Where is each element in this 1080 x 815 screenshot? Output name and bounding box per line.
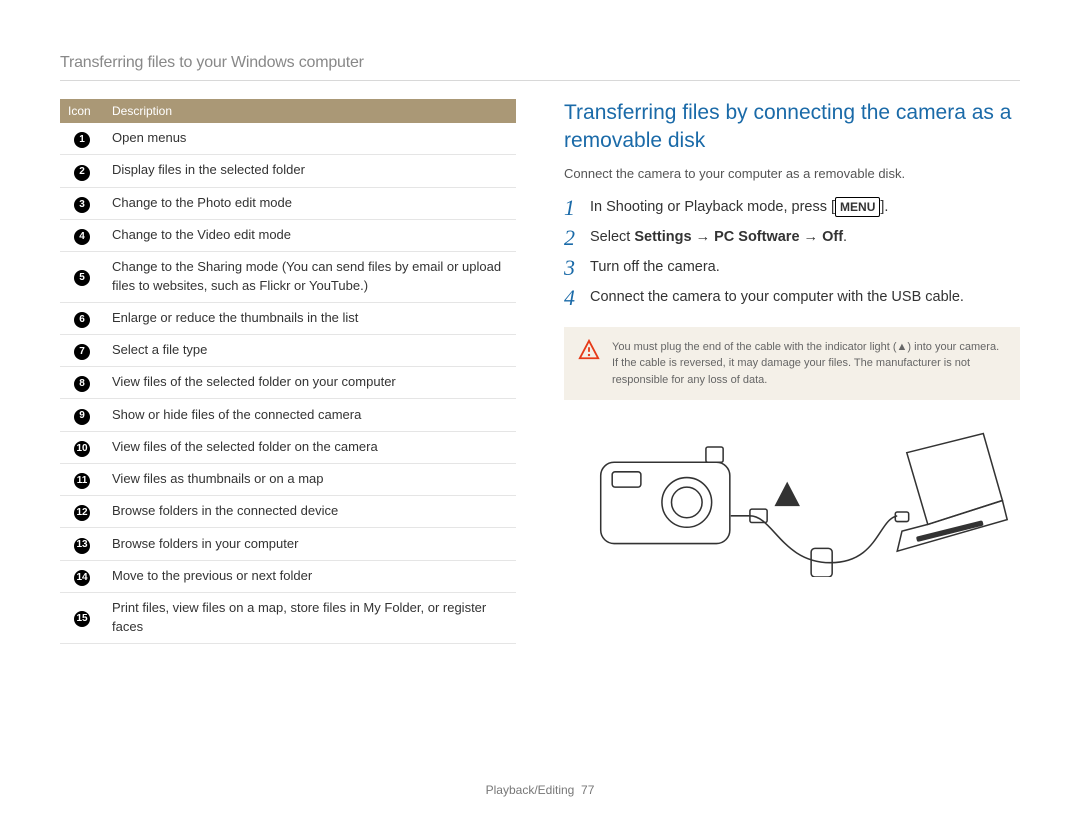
number-bullet-icon: 15 — [74, 611, 90, 627]
header-description: Description — [104, 99, 516, 123]
connection-diagram — [564, 424, 1020, 582]
table-row: 13 Browse folders in your computer — [60, 528, 516, 560]
step-text-bold: PC Software — [714, 229, 799, 245]
footer-section: Playback/Editing — [486, 783, 575, 797]
note-box: You must plug the end of the cable with … — [564, 327, 1020, 401]
number-bullet-icon: 4 — [74, 229, 90, 245]
icon-cell: 7 — [60, 334, 104, 366]
step-text-part: ]. — [880, 199, 888, 215]
description-cell: Change to the Sharing mode (You can send… — [104, 252, 516, 303]
table-row: 10 View files of the selected folder on t… — [60, 431, 516, 463]
table-row: 4 Change to the Video edit mode — [60, 219, 516, 251]
table-row: 6 Enlarge or reduce the thumbnails in the… — [60, 302, 516, 334]
warning-icon — [578, 339, 600, 361]
icon-cell: 11 — [60, 463, 104, 495]
step-3: 3 Turn off the camera. — [564, 257, 1020, 279]
description-cell: Display files in the selected folder — [104, 155, 516, 187]
step-text-part: Select — [590, 229, 634, 245]
number-bullet-icon: 10 — [74, 441, 90, 457]
number-bullet-icon: 11 — [74, 473, 90, 489]
step-text-bold: Off — [822, 229, 843, 245]
icon-cell: 14 — [60, 560, 104, 592]
table-row: 2 Display files in the selected folder — [60, 155, 516, 187]
number-bullet-icon: 14 — [74, 570, 90, 586]
footer-page-number: 77 — [581, 783, 594, 797]
description-cell: View files as thumbnails or on a map — [104, 463, 516, 495]
number-bullet-icon: 5 — [74, 270, 90, 286]
number-bullet-icon: 12 — [74, 505, 90, 521]
icon-cell: 1 — [60, 123, 104, 155]
icon-cell: 9 — [60, 399, 104, 431]
table-header-row: Icon Description — [60, 99, 516, 123]
icon-cell: 8 — [60, 367, 104, 399]
number-bullet-icon: 6 — [74, 312, 90, 328]
description-cell: Browse folders in the connected device — [104, 496, 516, 528]
description-cell: Change to the Video edit mode — [104, 219, 516, 251]
description-cell: Enlarge or reduce the thumbnails in the … — [104, 302, 516, 334]
number-bullet-icon: 2 — [74, 165, 90, 181]
description-cell: View files of the selected folder on the… — [104, 431, 516, 463]
number-bullet-icon: 9 — [74, 409, 90, 425]
icon-cell: 5 — [60, 252, 104, 303]
number-bullet-icon: 13 — [74, 538, 90, 554]
note-text: You must plug the end of the cable with … — [612, 339, 1006, 389]
step-number: 3 — [564, 257, 590, 279]
step-text-part: → — [800, 229, 823, 245]
description-cell: Open menus — [104, 123, 516, 155]
step-number: 2 — [564, 227, 590, 249]
icon-cell: 10 — [60, 431, 104, 463]
table-row: 3 Change to the Photo edit mode — [60, 187, 516, 219]
icon-cell: 15 — [60, 592, 104, 643]
step-1: 1 In Shooting or Playback mode, press [M… — [564, 197, 1020, 219]
section-title: Transferring files to your Windows compu… — [60, 54, 1020, 72]
step-2: 2 Select Settings → PC Software → Off. — [564, 227, 1020, 249]
table-row: 15 Print files, view files on a map, stor… — [60, 592, 516, 643]
number-bullet-icon: 3 — [74, 197, 90, 213]
step-4: 4 Connect the camera to your computer wi… — [564, 287, 1020, 309]
step-text: Turn off the camera. — [590, 257, 720, 279]
description-cell: Move to the previous or next folder — [104, 560, 516, 592]
table-row: 11 View files as thumbnails or on a map — [60, 463, 516, 495]
table-row: 5 Change to the Sharing mode (You can sen… — [60, 252, 516, 303]
description-cell: Show or hide files of the connected came… — [104, 399, 516, 431]
page-footer: Playback/Editing 77 — [0, 783, 1080, 797]
icon-cell: 13 — [60, 528, 104, 560]
step-text: Connect the camera to your computer with… — [590, 287, 964, 309]
description-cell: Change to the Photo edit mode — [104, 187, 516, 219]
number-bullet-icon: 8 — [74, 376, 90, 392]
step-text: Select Settings → PC Software → Off. — [590, 227, 847, 249]
icon-cell: 4 — [60, 219, 104, 251]
menu-key: MENU — [835, 197, 880, 217]
icon-cell: 2 — [60, 155, 104, 187]
table-row: 14 Move to the previous or next folder — [60, 560, 516, 592]
subsection-heading: Transferring files by connecting the cam… — [564, 99, 1020, 156]
description-cell: Browse folders in your computer — [104, 528, 516, 560]
table-row: 9 Show or hide files of the connected cam… — [60, 399, 516, 431]
icon-cell: 12 — [60, 496, 104, 528]
table-row: 1 Open menus — [60, 123, 516, 155]
table-row: 8 View files of the selected folder on yo… — [60, 367, 516, 399]
step-text-part: . — [843, 229, 847, 245]
table-row: 12 Browse folders in the connected device — [60, 496, 516, 528]
step-text-bold: Settings — [634, 229, 691, 245]
description-cell: View files of the selected folder on you… — [104, 367, 516, 399]
description-cell: Print files, view files on a map, store … — [104, 592, 516, 643]
icon-cell: 3 — [60, 187, 104, 219]
step-text-part: → — [692, 229, 715, 245]
number-bullet-icon: 1 — [74, 132, 90, 148]
step-text-part: In Shooting or Playback mode, press [ — [590, 199, 835, 215]
step-text: In Shooting or Playback mode, press [MEN… — [590, 197, 888, 219]
number-bullet-icon: 7 — [74, 344, 90, 360]
divider — [60, 80, 1020, 81]
icon-description-table: Icon Description 1 Open menus 2 Display fil… — [60, 99, 516, 644]
subsection-intro: Connect the camera to your computer as a… — [564, 166, 1020, 181]
step-number: 1 — [564, 197, 590, 219]
description-cell: Select a file type — [104, 334, 516, 366]
steps-list: 1 In Shooting or Playback mode, press [M… — [564, 197, 1020, 309]
table-row: 7 Select a file type — [60, 334, 516, 366]
header-icon: Icon — [60, 99, 104, 123]
step-number: 4 — [564, 287, 590, 309]
icon-cell: 6 — [60, 302, 104, 334]
